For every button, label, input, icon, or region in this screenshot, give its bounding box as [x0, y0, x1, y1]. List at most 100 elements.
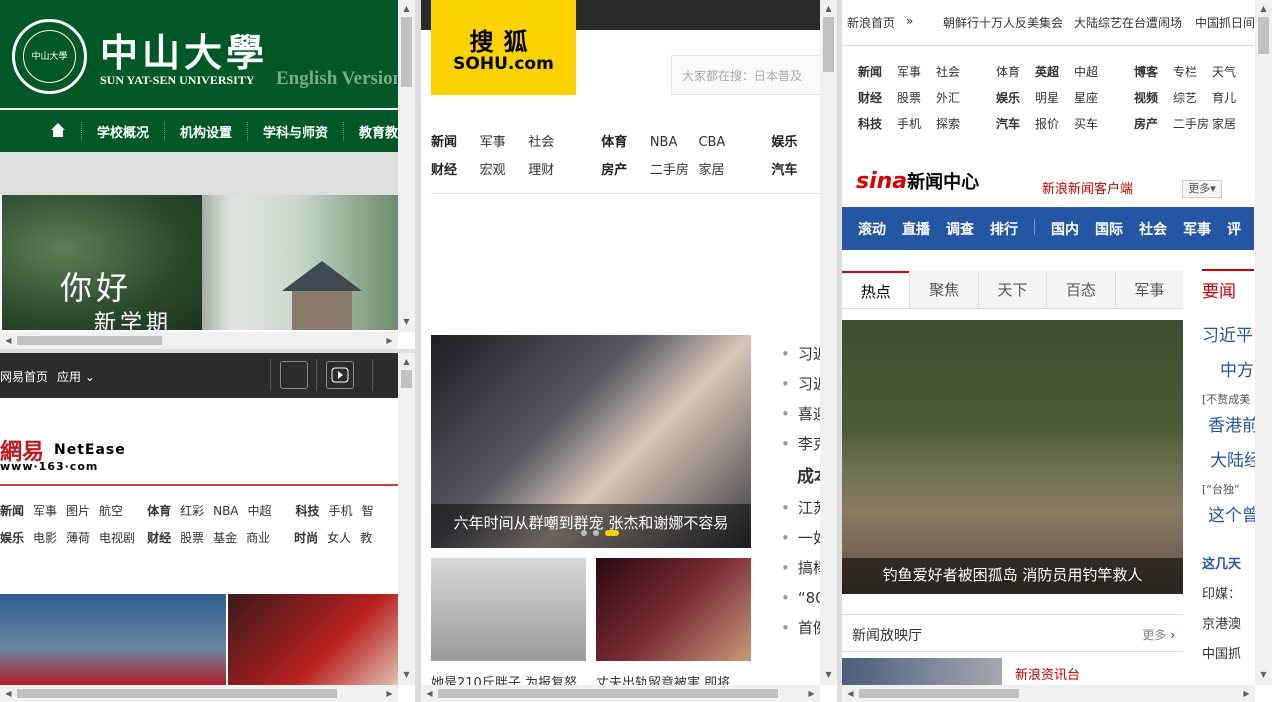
nav-link[interactable]: 科技	[858, 114, 884, 140]
sohu-hscrollbar[interactable]: ◀ ▶	[421, 685, 820, 702]
sohu-thumb-1[interactable]	[431, 558, 586, 661]
nav-link[interactable]: 综艺	[1173, 88, 1199, 114]
mobile-app-icon[interactable]	[280, 361, 308, 389]
zixun-link[interactable]: 新浪资讯台	[1015, 664, 1080, 683]
nav-link[interactable]: 电视剧	[99, 530, 135, 557]
list-item[interactable]: “80	[781, 584, 820, 614]
nav-link[interactable]: 中超	[1074, 62, 1100, 88]
nav-link[interactable]: 汽车	[771, 161, 820, 189]
nav-link[interactable]: 红彩	[180, 503, 204, 530]
nav-link[interactable]: 智	[362, 503, 374, 530]
nav-link[interactable]: 外汇	[936, 88, 962, 114]
nav-link[interactable]: 女人	[327, 530, 351, 557]
scroll-right-arrow[interactable]: ▶	[803, 685, 820, 702]
more-dropdown[interactable]: 更多▾	[1182, 180, 1222, 198]
tab-hot[interactable]: 热点	[842, 271, 910, 308]
nav-link[interactable]: 房产	[1134, 114, 1160, 140]
tab-military[interactable]: 军事	[1114, 271, 1184, 308]
netease-vscrollbar[interactable]: ▲ ▼	[398, 353, 415, 685]
nav-link[interactable]: 育儿	[1212, 88, 1238, 114]
carousel-dot-active[interactable]	[605, 530, 619, 536]
top-headline[interactable]: 大陆综艺在台遭闹场	[1074, 14, 1182, 31]
scroll-up-arrow[interactable]: ▲	[1255, 0, 1272, 17]
sina-hscrollbar[interactable]: ◀ ▶	[842, 685, 1255, 702]
nav-link[interactable]: 商业	[246, 530, 270, 557]
scroll-thumb[interactable]	[823, 17, 834, 72]
top-news-item[interactable]: 中方	[1202, 356, 1254, 391]
nav-link[interactable]: 娱乐	[996, 88, 1022, 114]
nav-link[interactable]: 买车	[1074, 114, 1100, 140]
dot-news-item[interactable]: 印媒：	[1202, 580, 1254, 610]
nav-link[interactable]: 二手房	[650, 161, 699, 189]
nav-link[interactable]: 社会	[528, 133, 577, 161]
scroll-left-arrow[interactable]: ◀	[421, 685, 438, 702]
nav-link[interactable]: 新闻	[0, 503, 24, 530]
sina-home-link[interactable]: 新浪首页	[847, 14, 895, 31]
scroll-thumb[interactable]	[401, 370, 412, 388]
scroll-up-arrow[interactable]: ▲	[398, 353, 415, 370]
top-news-item[interactable]: 这个曾	[1202, 501, 1255, 536]
scroll-right-arrow[interactable]: ▶	[1238, 685, 1255, 702]
sohu-featured-carousel[interactable]: 六年时间从群嘲到群宠 张杰和谢娜不容易	[431, 335, 751, 548]
list-item[interactable]: 江苏	[781, 494, 820, 524]
scroll-thumb[interactable]	[17, 689, 337, 698]
nav-link[interactable]: 娱乐	[771, 133, 820, 161]
scroll-left-arrow[interactable]: ◀	[0, 685, 17, 702]
nav-link[interactable]: 专栏	[1173, 62, 1199, 88]
netease-photo-rockets[interactable]	[0, 594, 226, 685]
scroll-down-arrow[interactable]: ▼	[1255, 666, 1272, 683]
nav-link[interactable]: 军事	[480, 133, 529, 161]
top-news-sub[interactable]: [“台独”	[1202, 481, 1254, 501]
scroll-left-arrow[interactable]: ◀	[842, 685, 859, 702]
nav-link[interactable]: 明星	[1035, 88, 1061, 114]
carousel-dot[interactable]	[581, 530, 587, 536]
nav-link[interactable]: 手机	[897, 114, 923, 140]
blue-nav-link[interactable]: 国际	[1095, 219, 1123, 239]
scroll-thumb[interactable]	[401, 17, 412, 87]
nav-link[interactable]: 军事	[33, 503, 57, 530]
nav-xueke-shizi[interactable]: 学科与师资	[247, 121, 343, 141]
list-item[interactable]: 成本	[781, 460, 820, 494]
scroll-thumb[interactable]	[1258, 17, 1269, 54]
dot-news-item[interactable]: 京港澳	[1202, 610, 1254, 640]
sysu-seal-logo[interactable]: 中山大學	[12, 19, 87, 94]
nav-link[interactable]: 天气	[1212, 62, 1238, 88]
nav-link[interactable]: 基金	[213, 530, 237, 557]
blue-nav-link[interactable]: 评	[1227, 219, 1241, 239]
nav-link[interactable]: 军事	[897, 62, 923, 88]
netease-home-link[interactable]: 网易首页	[0, 368, 48, 385]
nav-link[interactable]: 财经	[858, 88, 884, 114]
nav-link[interactable]: 电影	[33, 530, 57, 557]
sohu-thumb-2[interactable]	[596, 558, 751, 661]
top-news-sub[interactable]: [不赘成美	[1202, 391, 1254, 411]
scroll-right-arrow[interactable]: ▶	[381, 332, 398, 349]
cinema-thumb[interactable]	[842, 658, 1002, 685]
nav-link[interactable]: 科技	[296, 503, 320, 530]
blue-nav-link[interactable]: 军事	[1183, 219, 1211, 239]
nav-link[interactable]: 图片	[66, 503, 90, 530]
nav-link[interactable]: 二手房	[1173, 114, 1209, 140]
sysu-vscrollbar[interactable]: ▲ ▼	[398, 0, 415, 332]
scroll-thumb[interactable]	[17, 336, 162, 345]
nav-link[interactable]: 财经	[431, 161, 480, 189]
nav-jiaoyu[interactable]: 教育教	[343, 121, 398, 141]
nav-link[interactable]: 手机	[329, 503, 353, 530]
nav-link[interactable]: 家居	[1212, 114, 1238, 140]
home-icon[interactable]	[50, 122, 66, 138]
thumb-caption[interactable]: 丈夫出轨留意被害 即将	[596, 672, 751, 685]
nav-link[interactable]: 理财	[528, 161, 577, 189]
nav-link[interactable]: 新闻	[858, 62, 884, 88]
netease-photo-player[interactable]	[228, 594, 398, 685]
top-news-item[interactable]: 香港前	[1202, 411, 1255, 446]
nav-link[interactable]: 房产	[601, 161, 650, 189]
nav-link[interactable]: NBA	[650, 133, 699, 161]
sohu-search-input[interactable]: 大家都在搜：日本普及	[671, 55, 820, 95]
list-item[interactable]: 首例	[781, 614, 820, 644]
nav-link[interactable]: 宏观	[480, 161, 529, 189]
list-item[interactable]: 搞棒	[781, 554, 820, 584]
scroll-left-arrow[interactable]: ◀	[0, 332, 17, 349]
scroll-down-arrow[interactable]: ▼	[398, 313, 415, 330]
sina-client-link[interactable]: 新浪新闻客户端	[1042, 178, 1133, 197]
top-news-item[interactable]: 习近平	[1202, 321, 1254, 356]
nav-link[interactable]: 报价	[1035, 114, 1061, 140]
